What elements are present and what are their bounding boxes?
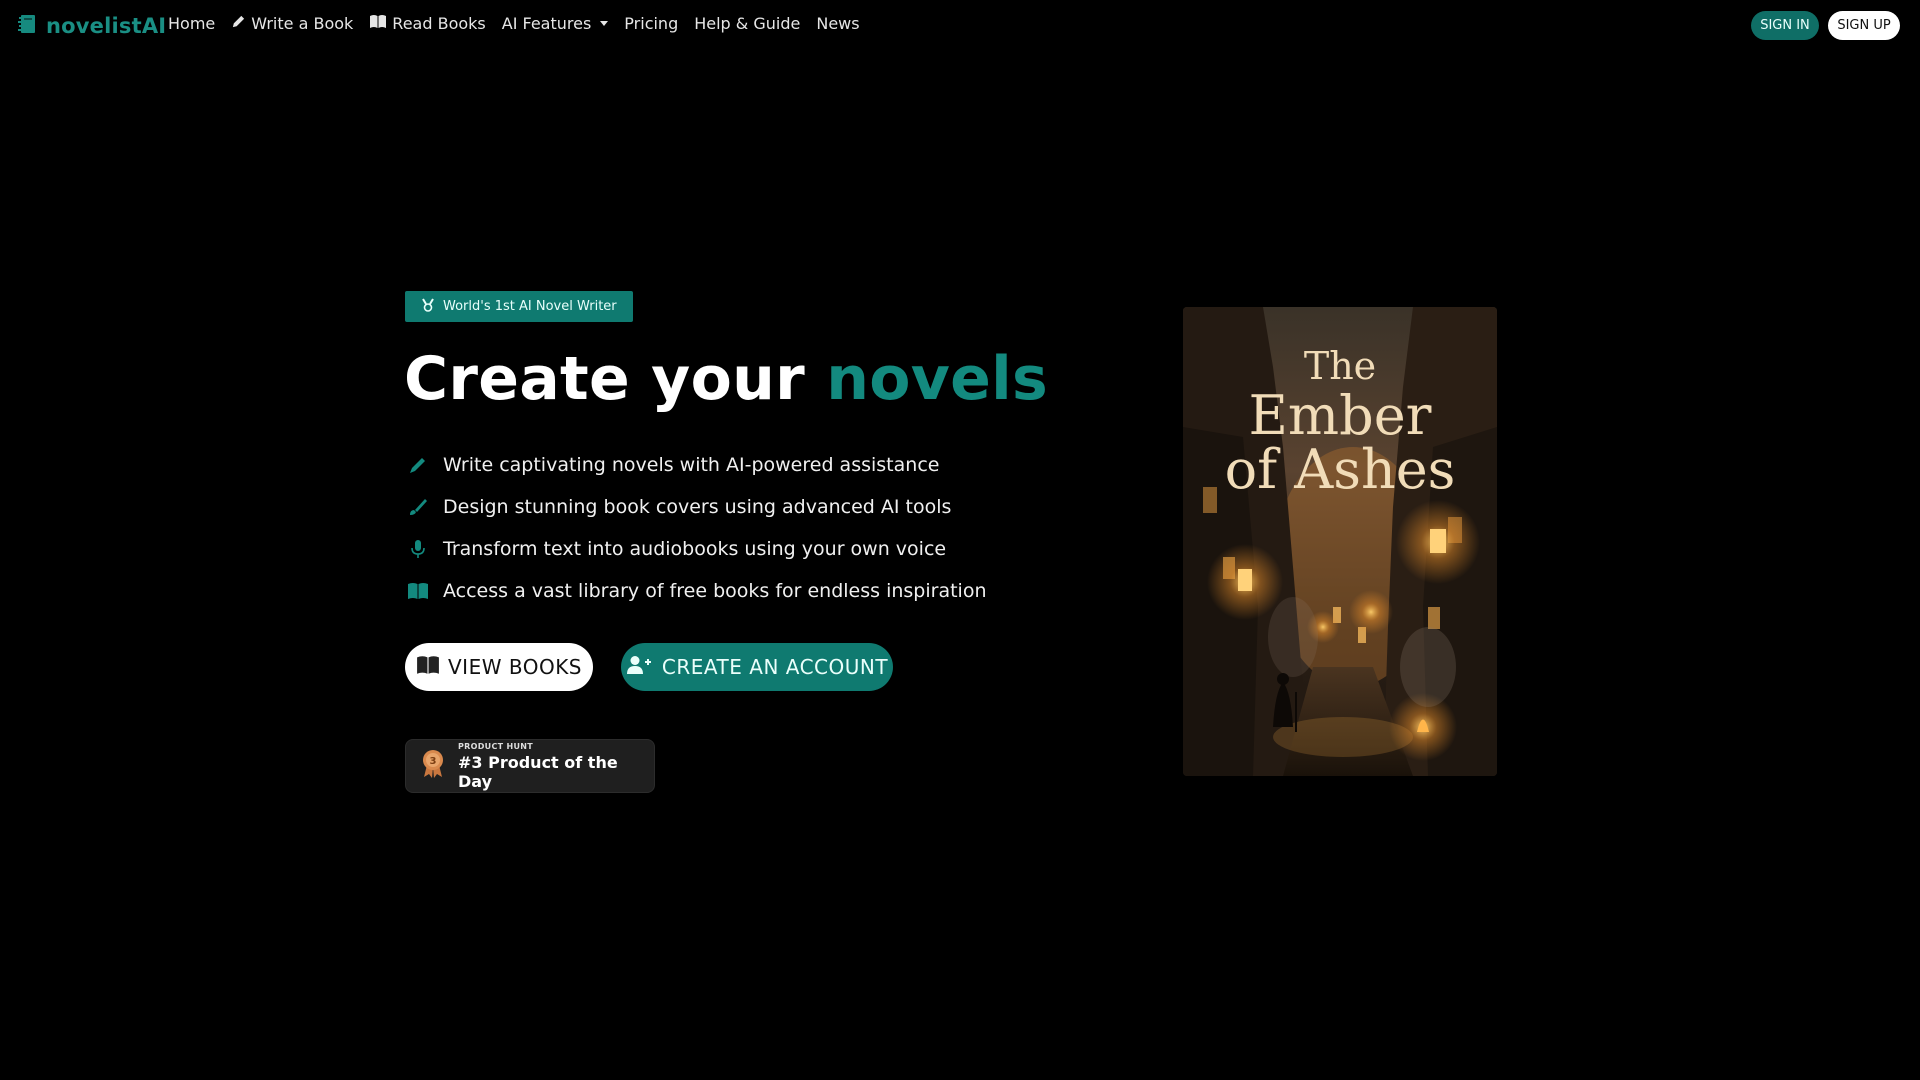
top-navbar: novelistAI Home Write a Book Read Books …: [0, 0, 1920, 50]
pen-icon: [231, 14, 246, 33]
hero-title: Create your novels: [404, 344, 1048, 414]
nav-ai-features-label: AI Features: [501, 14, 592, 33]
award-medal-icon: 3: [420, 749, 446, 783]
cover-title-line3: of Ashes: [1224, 438, 1456, 501]
medal-icon: [421, 297, 435, 316]
hero-badge-text: World's 1st AI Novel Writer: [443, 299, 617, 314]
feature-text: Design stunning book covers using advanc…: [443, 496, 952, 518]
paintbrush-icon: [405, 494, 431, 520]
medal-number: 3: [430, 756, 437, 767]
product-hunt-badge[interactable]: 3 PRODUCT HUNT #3 Product of the Day: [405, 739, 655, 793]
hero-title-main: Create your: [404, 344, 806, 414]
nav-read-label: Read Books: [392, 14, 486, 33]
product-hunt-label: PRODUCT HUNT: [458, 741, 534, 751]
list-item: Write captivating novels with AI-powered…: [405, 444, 987, 486]
nav-home[interactable]: Home: [168, 14, 215, 33]
list-item: Transform text into audiobooks using you…: [405, 528, 987, 570]
sign-up-button[interactable]: SIGN UP: [1828, 11, 1900, 40]
nav-ai-features-dropdown[interactable]: AI Features: [502, 14, 609, 33]
nav-home-label: Home: [168, 14, 216, 33]
chevron-down-icon: [600, 21, 609, 26]
view-books-button[interactable]: VIEW BOOKS: [405, 643, 593, 691]
nav-pricing-label: Pricing: [624, 14, 679, 33]
hero-title-accent: novels: [826, 344, 1049, 414]
add-user-icon: [626, 655, 652, 680]
product-hunt-rank: #3 Product of the Day: [458, 752, 618, 791]
feature-text: Access a vast library of free books for …: [443, 580, 987, 602]
book-logo-icon: [16, 12, 40, 40]
open-book-icon: [369, 14, 387, 33]
feature-text: Transform text into audiobooks using you…: [443, 538, 947, 560]
book-cover-image: The Ember of Ashes: [1183, 307, 1497, 776]
hero-badge: World's 1st AI Novel Writer: [405, 291, 633, 322]
nav-pricing[interactable]: Pricing: [624, 14, 678, 33]
nav-write-a-book[interactable]: Write a Book: [231, 14, 353, 33]
nav-help-guide[interactable]: Help & Guide: [694, 14, 800, 33]
cover-title-line1: The: [1303, 344, 1377, 388]
nav-links: Home Write a Book Read Books AI Features…: [168, 14, 876, 33]
nav-news-label: News: [816, 14, 860, 33]
nav-news[interactable]: News: [816, 14, 859, 33]
open-book-icon: [416, 655, 440, 680]
cover-title-line2: Ember: [1248, 384, 1432, 447]
feature-list: Write captivating novels with AI-powered…: [405, 444, 987, 612]
sign-in-button[interactable]: SIGN IN: [1751, 11, 1819, 40]
create-account-label: CREATE AN ACCOUNT: [661, 655, 889, 679]
book-cover-title: The Ember of Ashes: [1183, 347, 1497, 497]
view-books-label: VIEW BOOKS: [447, 655, 582, 679]
brand-logo-link[interactable]: novelistAI: [16, 12, 166, 40]
microphone-icon: [405, 536, 431, 562]
create-account-button[interactable]: CREATE AN ACCOUNT: [621, 643, 893, 691]
nav-help-label: Help & Guide: [694, 14, 801, 33]
nav-read-books[interactable]: Read Books: [369, 14, 486, 33]
feature-text: Write captivating novels with AI-powered…: [443, 454, 940, 476]
product-hunt-text: PRODUCT HUNT #3 Product of the Day: [458, 742, 654, 791]
brand-name: novelistAI: [46, 14, 167, 38]
open-book-icon: [405, 578, 431, 604]
nav-write-label: Write a Book: [251, 14, 354, 33]
list-item: Design stunning book covers using advanc…: [405, 486, 987, 528]
list-item: Access a vast library of free books for …: [405, 570, 987, 612]
pen-icon: [405, 452, 431, 478]
